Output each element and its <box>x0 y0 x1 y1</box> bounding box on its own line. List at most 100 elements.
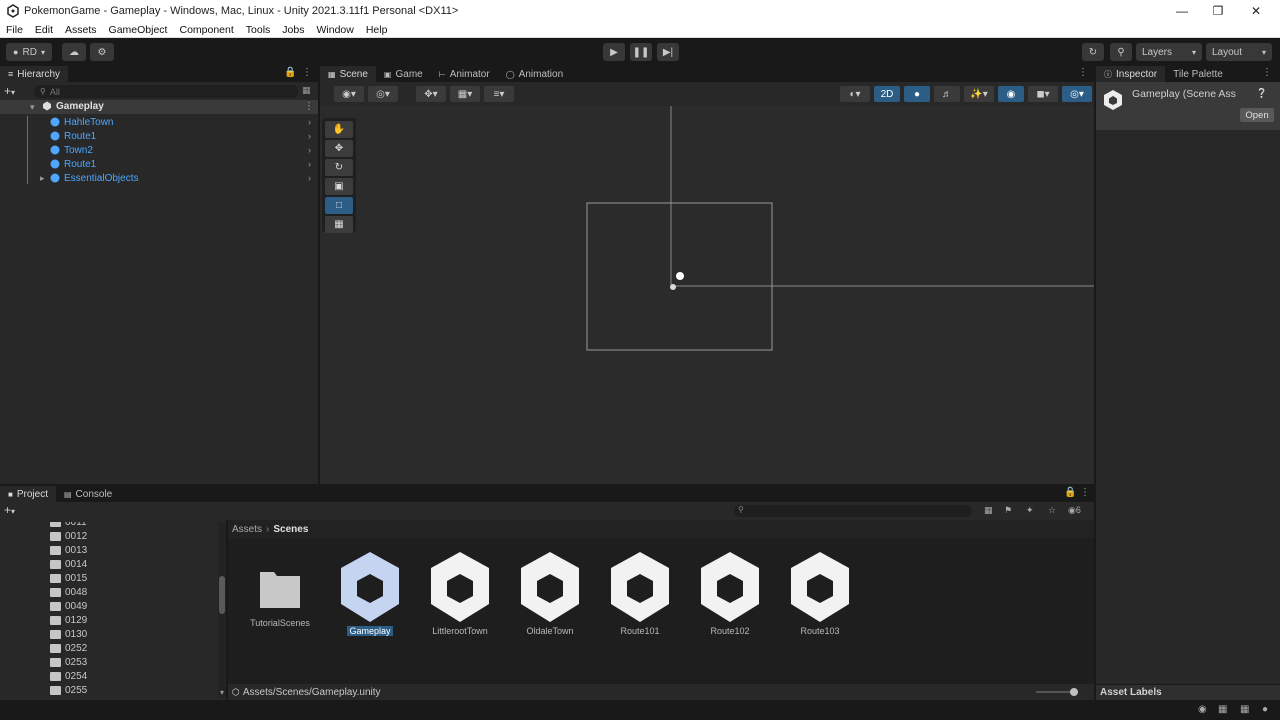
chevron-right-icon[interactable]: › <box>308 117 311 127</box>
debug-icon[interactable]: ▦ <box>1218 704 1227 715</box>
menu-tools[interactable]: Tools <box>240 24 277 36</box>
tab-game[interactable]: ▣ Game <box>376 66 431 82</box>
search-by-label-icon[interactable]: ⚑ <box>1004 505 1012 516</box>
folder-item[interactable]: 0049 <box>50 599 87 613</box>
scale-tool-button[interactable]: ▣ <box>325 178 353 195</box>
folder-item[interactable]: 0255 <box>50 683 87 697</box>
tab-project[interactable]: ■ Project <box>0 486 56 502</box>
asset-item[interactable]: TutorialScenes <box>240 550 320 628</box>
more-icon[interactable]: ⋮ <box>304 101 314 112</box>
hierarchy-item[interactable]: Route1 <box>50 157 96 171</box>
hierarchy-item[interactable]: EssentialObjects <box>50 171 138 185</box>
gizmos-dropdown[interactable]: ◎▾ <box>1062 86 1092 102</box>
rect-tool-button[interactable]: □ <box>325 197 353 214</box>
menu-gameobject[interactable]: GameObject <box>103 24 174 36</box>
project-search[interactable]: ⚲ <box>734 505 972 517</box>
tab-scene[interactable]: ▦ Scene <box>320 66 376 82</box>
tab-console[interactable]: ▤ Console <box>56 486 120 502</box>
menu-help[interactable]: Help <box>360 24 394 36</box>
gizmo-dropdown[interactable]: ✥▾ <box>416 86 446 102</box>
camera-dropdown[interactable]: ◼▾ <box>1028 86 1058 102</box>
create-button[interactable]: +▾ <box>4 503 15 517</box>
asset-item[interactable]: LittlerootTown <box>420 550 500 636</box>
icon-size-slider[interactable] <box>1036 688 1078 696</box>
asset-item-selected[interactable]: Gameplay <box>330 550 410 636</box>
chevron-right-icon[interactable]: › <box>308 145 311 155</box>
menu-edit[interactable]: Edit <box>29 24 59 36</box>
folder-item[interactable]: 0129 <box>50 613 87 627</box>
hierarchy-search[interactable]: ⚲ All <box>34 85 298 98</box>
asset-item[interactable]: OldaleTown <box>510 550 590 636</box>
asset-labels-bar[interactable]: Asset Labels <box>1096 684 1280 700</box>
more-icon[interactable]: ⋮ <box>302 67 312 78</box>
breadcrumb-scenes[interactable]: Scenes <box>273 524 308 535</box>
layers-dropdown[interactable]: Layers ▾ <box>1136 43 1202 61</box>
folder-item[interactable]: 0014 <box>50 557 87 571</box>
folder-item[interactable]: 0130 <box>50 627 87 641</box>
chevron-down-icon[interactable]: ▾ <box>30 102 35 113</box>
menu-file[interactable]: File <box>0 24 29 36</box>
close-button[interactable]: ✕ <box>1238 0 1274 22</box>
folder-item[interactable]: 0012 <box>50 529 87 543</box>
rotate-tool-button[interactable]: ↻ <box>325 159 353 176</box>
tab-animator[interactable]: ⊢ Animator <box>431 66 498 82</box>
move-tool-button[interactable]: ✥ <box>325 140 353 157</box>
more-icon[interactable]: ⋮ <box>1078 67 1088 78</box>
help-icon[interactable]: ❔ <box>1256 88 1267 99</box>
more-icon[interactable]: ⋮ <box>1080 487 1090 498</box>
snap-dropdown[interactable]: ▦▾ <box>450 86 480 102</box>
lighting-toggle[interactable]: ● <box>904 86 930 102</box>
slider-thumb[interactable] <box>1070 688 1078 696</box>
play-button[interactable]: ▶ <box>603 43 625 61</box>
folder-item[interactable]: 0015 <box>50 571 87 585</box>
increment-dropdown[interactable]: ≡▾ <box>484 86 514 102</box>
tree-scrollbar[interactable] <box>218 522 226 698</box>
open-button[interactable]: Open <box>1240 108 1274 122</box>
collab-button[interactable]: ⚙ <box>90 43 114 61</box>
orientation-dropdown[interactable]: ◐▾ <box>840 86 870 102</box>
audio-toggle[interactable]: ♬ <box>934 86 960 102</box>
favorite-icon[interactable]: ✦ <box>1026 505 1034 516</box>
asset-item[interactable]: Route101 <box>600 550 680 636</box>
progress-icon[interactable]: ◉ <box>1198 704 1207 715</box>
maximize-button[interactable]: ❐ <box>1200 0 1236 22</box>
visibility-toggle[interactable]: ◉ <box>998 86 1024 102</box>
draw-mode-dropdown[interactable]: ◉▾ <box>334 86 364 102</box>
tab-hierarchy[interactable]: ≡ Hierarchy <box>0 66 69 82</box>
asset-item[interactable]: Route103 <box>780 550 860 636</box>
hierarchy-item[interactable]: Route1 <box>50 129 96 143</box>
menu-window[interactable]: Window <box>310 24 359 36</box>
lock-icon[interactable]: 🔒 <box>284 67 296 78</box>
transform-tool-button[interactable]: ▦ <box>325 216 353 233</box>
tab-tile-palette[interactable]: Tile Palette <box>1165 66 1231 82</box>
layout-dropdown[interactable]: Layout ▾ <box>1206 43 1272 61</box>
search-by-type-icon[interactable]: ▦ <box>984 505 993 516</box>
menu-assets[interactable]: Assets <box>59 24 103 36</box>
chevron-down-icon[interactable]: ▾ <box>220 688 224 697</box>
history-button[interactable]: ↻ <box>1082 43 1104 61</box>
filter-icon[interactable]: ▦ <box>302 85 311 96</box>
hand-tool-button[interactable]: ✋ <box>325 121 353 138</box>
tab-inspector[interactable]: ⓘ Inspector <box>1096 66 1166 82</box>
breadcrumb-assets[interactable]: Assets <box>232 524 262 535</box>
folder-item[interactable]: 0252 <box>50 641 87 655</box>
folder-item[interactable]: 0253 <box>50 655 87 669</box>
account-dropdown[interactable]: ● RD ▾ <box>6 43 52 61</box>
folder-item[interactable]: 0048 <box>50 585 87 599</box>
step-button[interactable]: ▶| <box>657 43 679 61</box>
effects-dropdown[interactable]: ✨▾ <box>964 86 994 102</box>
folder-item[interactable]: 0254 <box>50 669 87 683</box>
2d-toggle[interactable]: 2D <box>874 86 900 102</box>
search-button[interactable]: ⚲ <box>1110 43 1132 61</box>
chevron-right-icon[interactable]: ▸ <box>40 173 45 184</box>
chevron-right-icon[interactable]: › <box>308 173 311 183</box>
scrollbar-thumb[interactable] <box>219 576 225 614</box>
lock-icon[interactable]: 🔒 <box>1064 487 1076 498</box>
asset-item[interactable]: Route102 <box>690 550 770 636</box>
add-button[interactable]: +▾ <box>4 84 15 98</box>
star-icon[interactable]: ☆ <box>1048 505 1056 516</box>
tab-animation[interactable]: ◯ Animation <box>498 66 571 82</box>
pause-button[interactable]: ❚❚ <box>630 43 652 61</box>
hierarchy-item[interactable]: HahleTown <box>50 115 113 129</box>
chevron-right-icon[interactable]: › <box>308 159 311 169</box>
